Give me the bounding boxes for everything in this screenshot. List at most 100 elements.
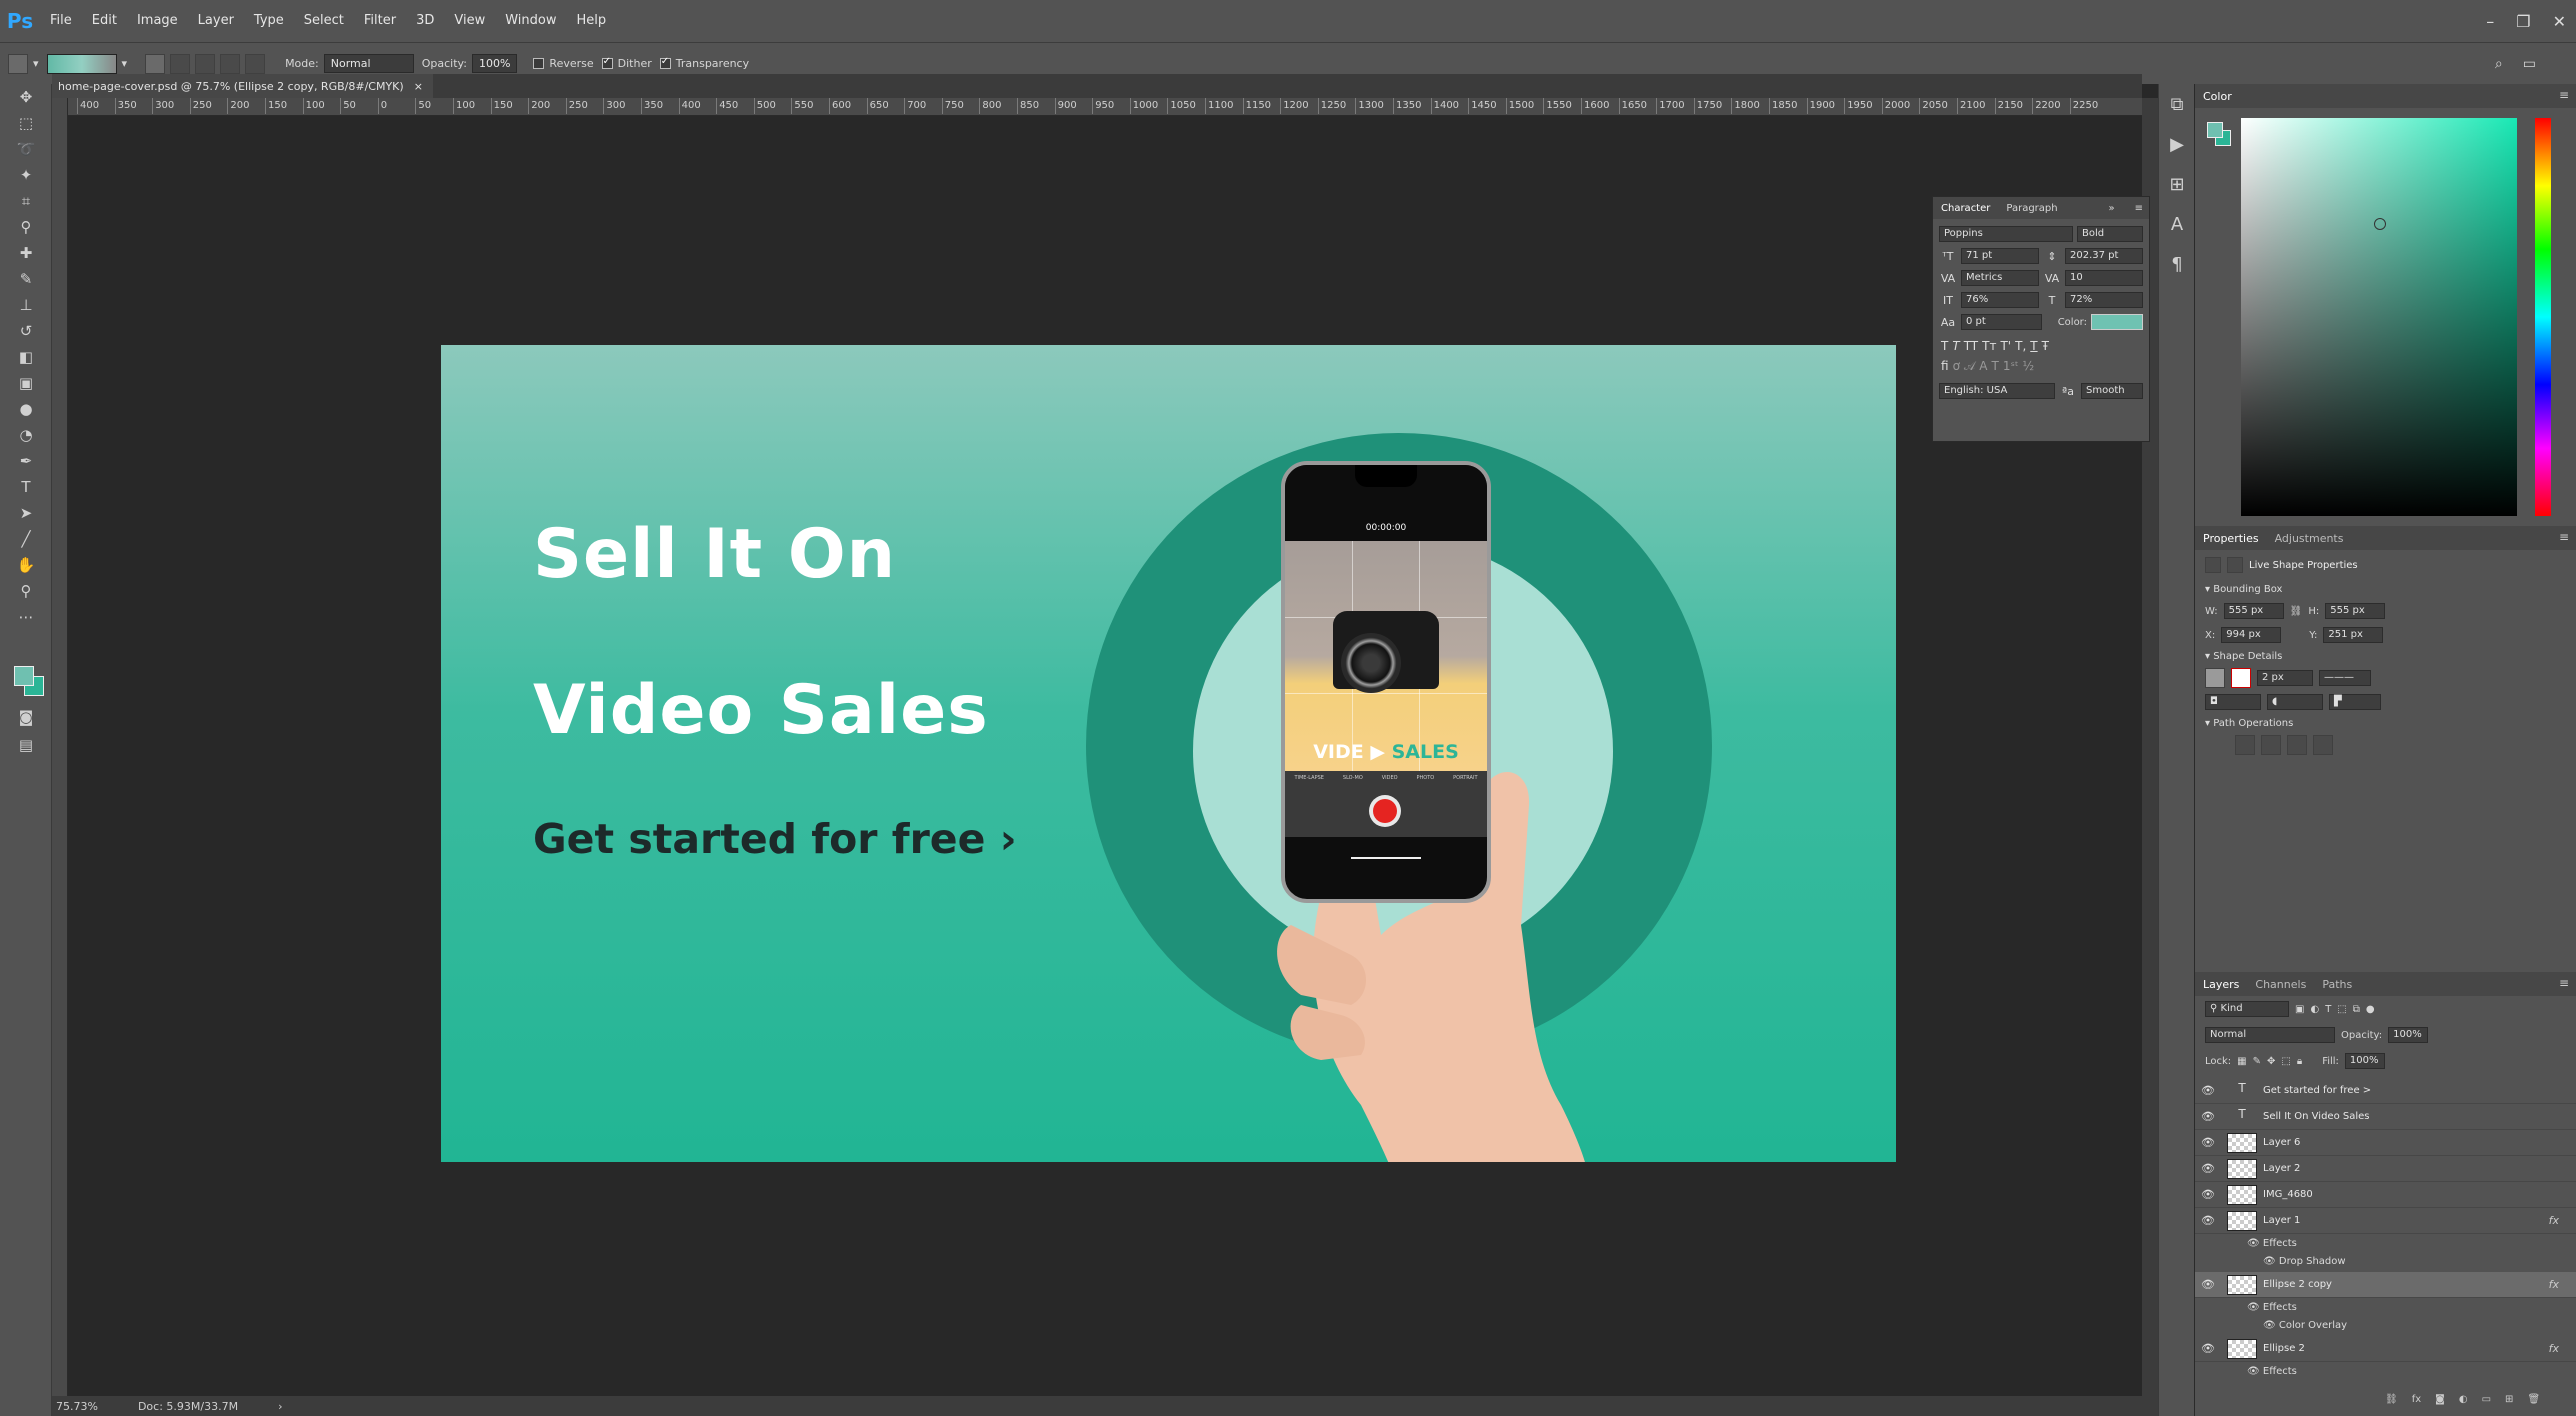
menu-filter[interactable]: Filter <box>354 0 406 42</box>
x-position-field[interactable]: 994 px <box>2221 627 2282 643</box>
color-picker-handle[interactable] <box>2374 218 2386 230</box>
width-field[interactable]: 555 px <box>2223 603 2284 619</box>
stroke-color-button[interactable] <box>2231 668 2251 688</box>
blend-mode-select[interactable]: Normal <box>2205 1027 2335 1043</box>
filter-type-icon[interactable]: T <box>2325 1004 2331 1015</box>
all-caps-button[interactable]: TT <box>1964 339 1978 353</box>
filter-shape-icon[interactable]: ⬚ <box>2337 1004 2346 1015</box>
eye-icon[interactable]: 👁︎ <box>2263 1256 2279 1267</box>
history-panel-icon[interactable]: ⧉ <box>2159 84 2195 124</box>
eraser-tool-icon[interactable]: ◧ <box>0 344 52 370</box>
close-tab-icon[interactable]: × <box>414 80 423 93</box>
menu-select[interactable]: Select <box>294 0 354 42</box>
tab-layers[interactable]: Layers <box>2203 978 2239 991</box>
panel-menu-icon[interactable]: ≡ <box>2559 530 2569 544</box>
blur-tool-icon[interactable]: ● <box>0 396 52 422</box>
path-selection-tool-icon[interactable]: ➤ <box>0 500 52 526</box>
marquee-tool-icon[interactable]: ⬚ <box>0 110 52 136</box>
dodge-tool-icon[interactable]: ◔ <box>0 422 52 448</box>
move-tool-icon[interactable]: ✥ <box>0 84 52 110</box>
layer-row-selected[interactable]: 👁︎ Ellipse 2 copy fx <box>2195 1272 2576 1298</box>
crop-tool-icon[interactable]: ⌗ <box>0 188 52 214</box>
faux-italic-button[interactable]: T <box>1952 339 1959 353</box>
effects-row[interactable]: 👁︎ Effects <box>2195 1362 2576 1380</box>
magic-wand-tool-icon[interactable]: ✦ <box>0 162 52 188</box>
leading-field[interactable]: 202.37 pt <box>2065 248 2143 264</box>
shape-details-section[interactable]: ▾ Shape Details <box>2195 647 2576 666</box>
delete-layer-icon[interactable]: 🗑︎ <box>2527 1394 2540 1405</box>
eye-icon[interactable]: 👁︎ <box>2195 1278 2221 1291</box>
history-brush-tool-icon[interactable]: ↺ <box>0 318 52 344</box>
vertical-scale-field[interactable]: 76% <box>1961 292 2039 308</box>
underline-button[interactable]: T <box>2030 339 2037 353</box>
panel-menu-icon[interactable]: ≡ <box>2559 976 2569 990</box>
line-tool-icon[interactable]: ╱ <box>0 526 52 552</box>
more-tools-icon[interactable]: ⋯ <box>0 604 52 630</box>
menu-layer[interactable]: Layer <box>188 0 244 42</box>
menu-3d[interactable]: 3D <box>406 0 444 42</box>
intersect-shapes-button[interactable] <box>2287 735 2307 755</box>
adjustment-layer-icon[interactable]: ◐ <box>2459 1394 2468 1405</box>
mask-properties-icon[interactable] <box>2227 557 2243 573</box>
lock-image-icon[interactable]: ✎ <box>2253 1056 2261 1067</box>
paragraph-panel-icon[interactable]: ¶ <box>2159 244 2195 284</box>
zoom-tool-icon[interactable]: ⚲ <box>0 578 52 604</box>
restore-icon[interactable]: ❐ <box>2516 12 2530 31</box>
lasso-tool-icon[interactable]: ➰ <box>0 136 52 162</box>
tab-paths[interactable]: Paths <box>2322 978 2352 991</box>
panel-menu-icon[interactable]: ≡ <box>2559 88 2569 102</box>
tracking-field[interactable]: 10 <box>2065 270 2143 286</box>
antialias-select[interactable]: Smooth <box>2081 383 2143 399</box>
layer-row[interactable]: 👁︎ T Get started for free > <box>2195 1078 2576 1104</box>
eye-icon[interactable]: 👁︎ <box>2247 1366 2263 1377</box>
superscript-button[interactable]: T' <box>2000 339 2011 353</box>
eye-icon[interactable]: 👁︎ <box>2195 1188 2221 1201</box>
mode-select[interactable]: Normal <box>323 54 414 73</box>
foreground-color-swatch[interactable] <box>14 666 34 686</box>
chevron-down-icon[interactable]: ▾ <box>122 57 128 70</box>
diamond-gradient-button[interactable] <box>245 53 266 74</box>
baseline-shift-field[interactable]: 0 pt <box>1961 314 2042 330</box>
link-icon[interactable]: ⛓ <box>2290 606 2303 617</box>
pen-tool-icon[interactable]: ✒ <box>0 448 52 474</box>
ordinal-button[interactable]: 1ˢᵗ <box>2003 359 2019 374</box>
eye-icon[interactable]: 👁︎ <box>2263 1320 2279 1331</box>
tab-adjustments[interactable]: Adjustments <box>2275 532 2344 545</box>
combine-shapes-button[interactable] <box>2235 735 2255 755</box>
panel-menu-icon[interactable]: ≡ <box>2135 203 2143 214</box>
eye-icon[interactable]: 👁︎ <box>2195 1342 2221 1355</box>
language-select[interactable]: English: USA <box>1939 383 2055 399</box>
menu-window[interactable]: Window <box>495 0 566 42</box>
eye-icon[interactable]: 👁︎ <box>2195 1214 2221 1227</box>
effects-row[interactable]: 👁︎ Effects <box>2195 1298 2576 1316</box>
swash-button[interactable]: 𝒜 <box>1964 359 1975 374</box>
healing-brush-tool-icon[interactable]: ✚ <box>0 240 52 266</box>
menu-view[interactable]: View <box>444 0 495 42</box>
stroke-caps-select[interactable]: ◖ <box>2267 694 2323 710</box>
eye-icon[interactable]: 👁︎ <box>2247 1238 2263 1249</box>
faux-bold-button[interactable]: T <box>1941 339 1948 353</box>
height-field[interactable]: 555 px <box>2325 603 2386 619</box>
eye-icon[interactable]: 👁︎ <box>2195 1110 2221 1123</box>
search-icon[interactable]: ⌕ <box>2495 56 2503 72</box>
stroke-align-select[interactable]: ◘ <box>2205 694 2261 710</box>
font-size-field[interactable]: 71 pt <box>1961 248 2039 264</box>
foreground-color-chip[interactable] <box>2207 122 2223 138</box>
link-layers-icon[interactable]: ⛓ <box>2385 1394 2398 1405</box>
subtract-shapes-button[interactable] <box>2261 735 2281 755</box>
color-picker-field[interactable] <box>2241 118 2517 516</box>
quick-mask-icon[interactable]: ◙ <box>0 704 52 730</box>
menu-type[interactable]: Type <box>244 0 294 42</box>
tab-channels[interactable]: Channels <box>2255 978 2306 991</box>
font-style-select[interactable]: Bold <box>2077 226 2143 242</box>
path-operations-section[interactable]: ▾ Path Operations <box>2195 714 2576 733</box>
shape-properties-icon[interactable] <box>2205 557 2221 573</box>
titling-button[interactable]: T <box>1991 359 1998 374</box>
layer-row[interactable]: 👁︎ IMG_4680 <box>2195 1182 2576 1208</box>
radial-gradient-button[interactable] <box>170 53 191 74</box>
strikethrough-button[interactable]: Ŧ <box>2042 339 2049 353</box>
eye-icon[interactable]: 👁︎ <box>2195 1084 2221 1097</box>
fx-icon[interactable]: fx <box>2549 1342 2559 1355</box>
workspace-icon[interactable]: ▭ <box>2523 56 2536 72</box>
fx-icon[interactable]: fx <box>2549 1214 2559 1227</box>
